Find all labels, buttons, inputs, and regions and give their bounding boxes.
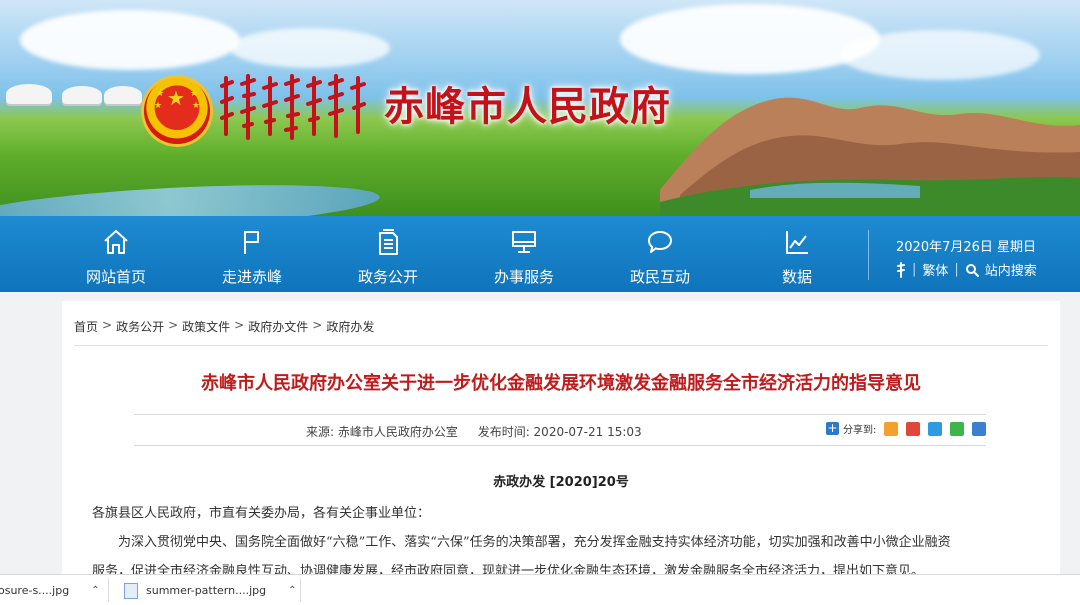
download-file-name: osure-s....jpg [0,584,70,597]
cloud-decoration [20,10,240,70]
line-chart-icon [786,231,808,254]
site-banner: ★ ★ ★ ★ ★ 赤峰市人民政府 [0,0,1080,216]
share-qzone-icon[interactable] [884,421,899,436]
article-source: 来源: 赤峰市人民政府办公室 [306,425,458,439]
home-icon [104,230,128,254]
mountain-scenery [660,97,1080,216]
main-navigation: 网站首页 走进赤峰 政务公开 办事服务 政民互动 数据 2020年7月26日 星… [0,216,1080,292]
mongolian-script-logo [220,74,366,140]
share-weibo-icon[interactable] [906,421,921,436]
nav-item-services[interactable]: 办事服务 [465,216,583,292]
nav-item-label: 网站首页 [85,268,146,286]
document-icon [379,229,398,255]
download-item[interactable]: osure-s....jpg ⌃ [0,575,100,605]
breadcrumb-separator: > [234,318,245,332]
divider [134,445,986,446]
divider [134,414,986,415]
tool-separator: | [954,262,959,277]
monitor-icon [512,231,536,253]
site-title: 赤峰市人民政府 [384,83,671,130]
river-scenery [0,177,381,216]
nav-item-label: 政务公开 [357,268,418,286]
nav-item-label: 数据 [781,268,812,286]
breadcrumb-separator: > [102,318,113,332]
nav-item-label: 政民互动 [629,268,690,286]
nav-item-data[interactable]: 数据 [738,216,856,292]
share-wechat-icon[interactable] [950,421,965,436]
nav-tools: | 繁体 | 站内搜索 [896,260,1037,279]
nav-item-about-chifeng[interactable]: 走进赤峰 [193,216,311,292]
breadcrumb-separator: > [312,318,323,332]
breadcrumb-link[interactable]: 首页 [74,318,98,335]
nav-item-label: 走进赤峰 [221,268,282,286]
yurt-decoration [62,86,102,104]
nav-item-interaction[interactable]: 政民互动 [601,216,719,292]
share-tencent-icon[interactable] [928,421,943,436]
tool-separator: | [912,262,917,277]
document-number: 赤政办发 [2020]20号 [493,475,629,490]
divider [74,345,1048,346]
yurt-decoration [104,86,142,104]
article-title: 赤峰市人民政府办公室关于进一步优化金融发展环境激发金融服务全市经济活力的指导意见 [201,373,921,394]
nav-item-label: 办事服务 [493,268,554,286]
nav-divider [868,230,869,280]
download-divider [108,579,109,602]
breadcrumb-link[interactable]: 政府办发 [326,318,374,335]
chevron-up-icon[interactable]: ⌃ [288,585,296,596]
chat-bubble-icon [648,231,672,253]
national-emblem-logo: ★ ★ ★ ★ ★ [144,78,210,144]
download-bar: osure-s....jpg ⌃ summer-pattern....jpg ⌃ [0,574,1080,605]
image-file-icon [124,582,138,599]
search-icon[interactable] [965,263,979,277]
traditional-chinese-link[interactable]: 繁体 [922,260,948,279]
share-renren-icon[interactable] [972,421,987,436]
download-file-name: summer-pattern....jpg [146,584,267,597]
flag-icon [244,231,259,254]
breadcrumb-link[interactable]: 政务公开 [116,318,164,335]
article-card: 首页 > 政务公开 > 政策文件 > 政府办文件 > 政府办发 赤峰市人民政府办… [62,301,1060,605]
breadcrumb: 首页 > 政务公开 > 政策文件 > 政府办文件 > 政府办发 [74,318,374,335]
current-date: 2020年7月26日 星期日 [896,240,1037,255]
cloud-decoration [230,28,390,68]
article-paragraph: 为深入贯彻党中央、国务院全面做好“六稳”工作、落实“六保”任务的决策部署，充分发… [118,535,951,550]
yurt-decoration [6,84,52,104]
breadcrumb-link[interactable]: 政府办文件 [248,318,308,335]
article-publish-time: 发布时间: 2020-07-21 15:03 [477,425,642,439]
share-label: 分享到: [843,425,877,436]
breadcrumb-separator: > [168,318,179,332]
article-addressee: 各旗县区人民政府，市直有关委办局，各有关企事业单位： [92,506,431,521]
nav-item-home[interactable]: 网站首页 [57,216,175,292]
cloud-decoration [620,4,880,74]
share-plus-icon[interactable]: + [826,422,839,435]
download-item[interactable]: summer-pattern....jpg ⌃ [124,575,297,605]
chevron-up-icon[interactable]: ⌃ [91,585,99,596]
article-meta: 来源: 赤峰市人民政府办公室 发布时间: 2020-07-21 15:03 [306,423,658,440]
mongolian-language-icon[interactable] [896,261,906,278]
nav-item-government-affairs[interactable]: 政务公开 [329,216,447,292]
download-divider [300,579,301,602]
breadcrumb-link[interactable]: 政策文件 [182,318,230,335]
site-search-link[interactable]: 站内搜索 [985,260,1037,279]
share-bar: + 分享到: [826,421,987,436]
